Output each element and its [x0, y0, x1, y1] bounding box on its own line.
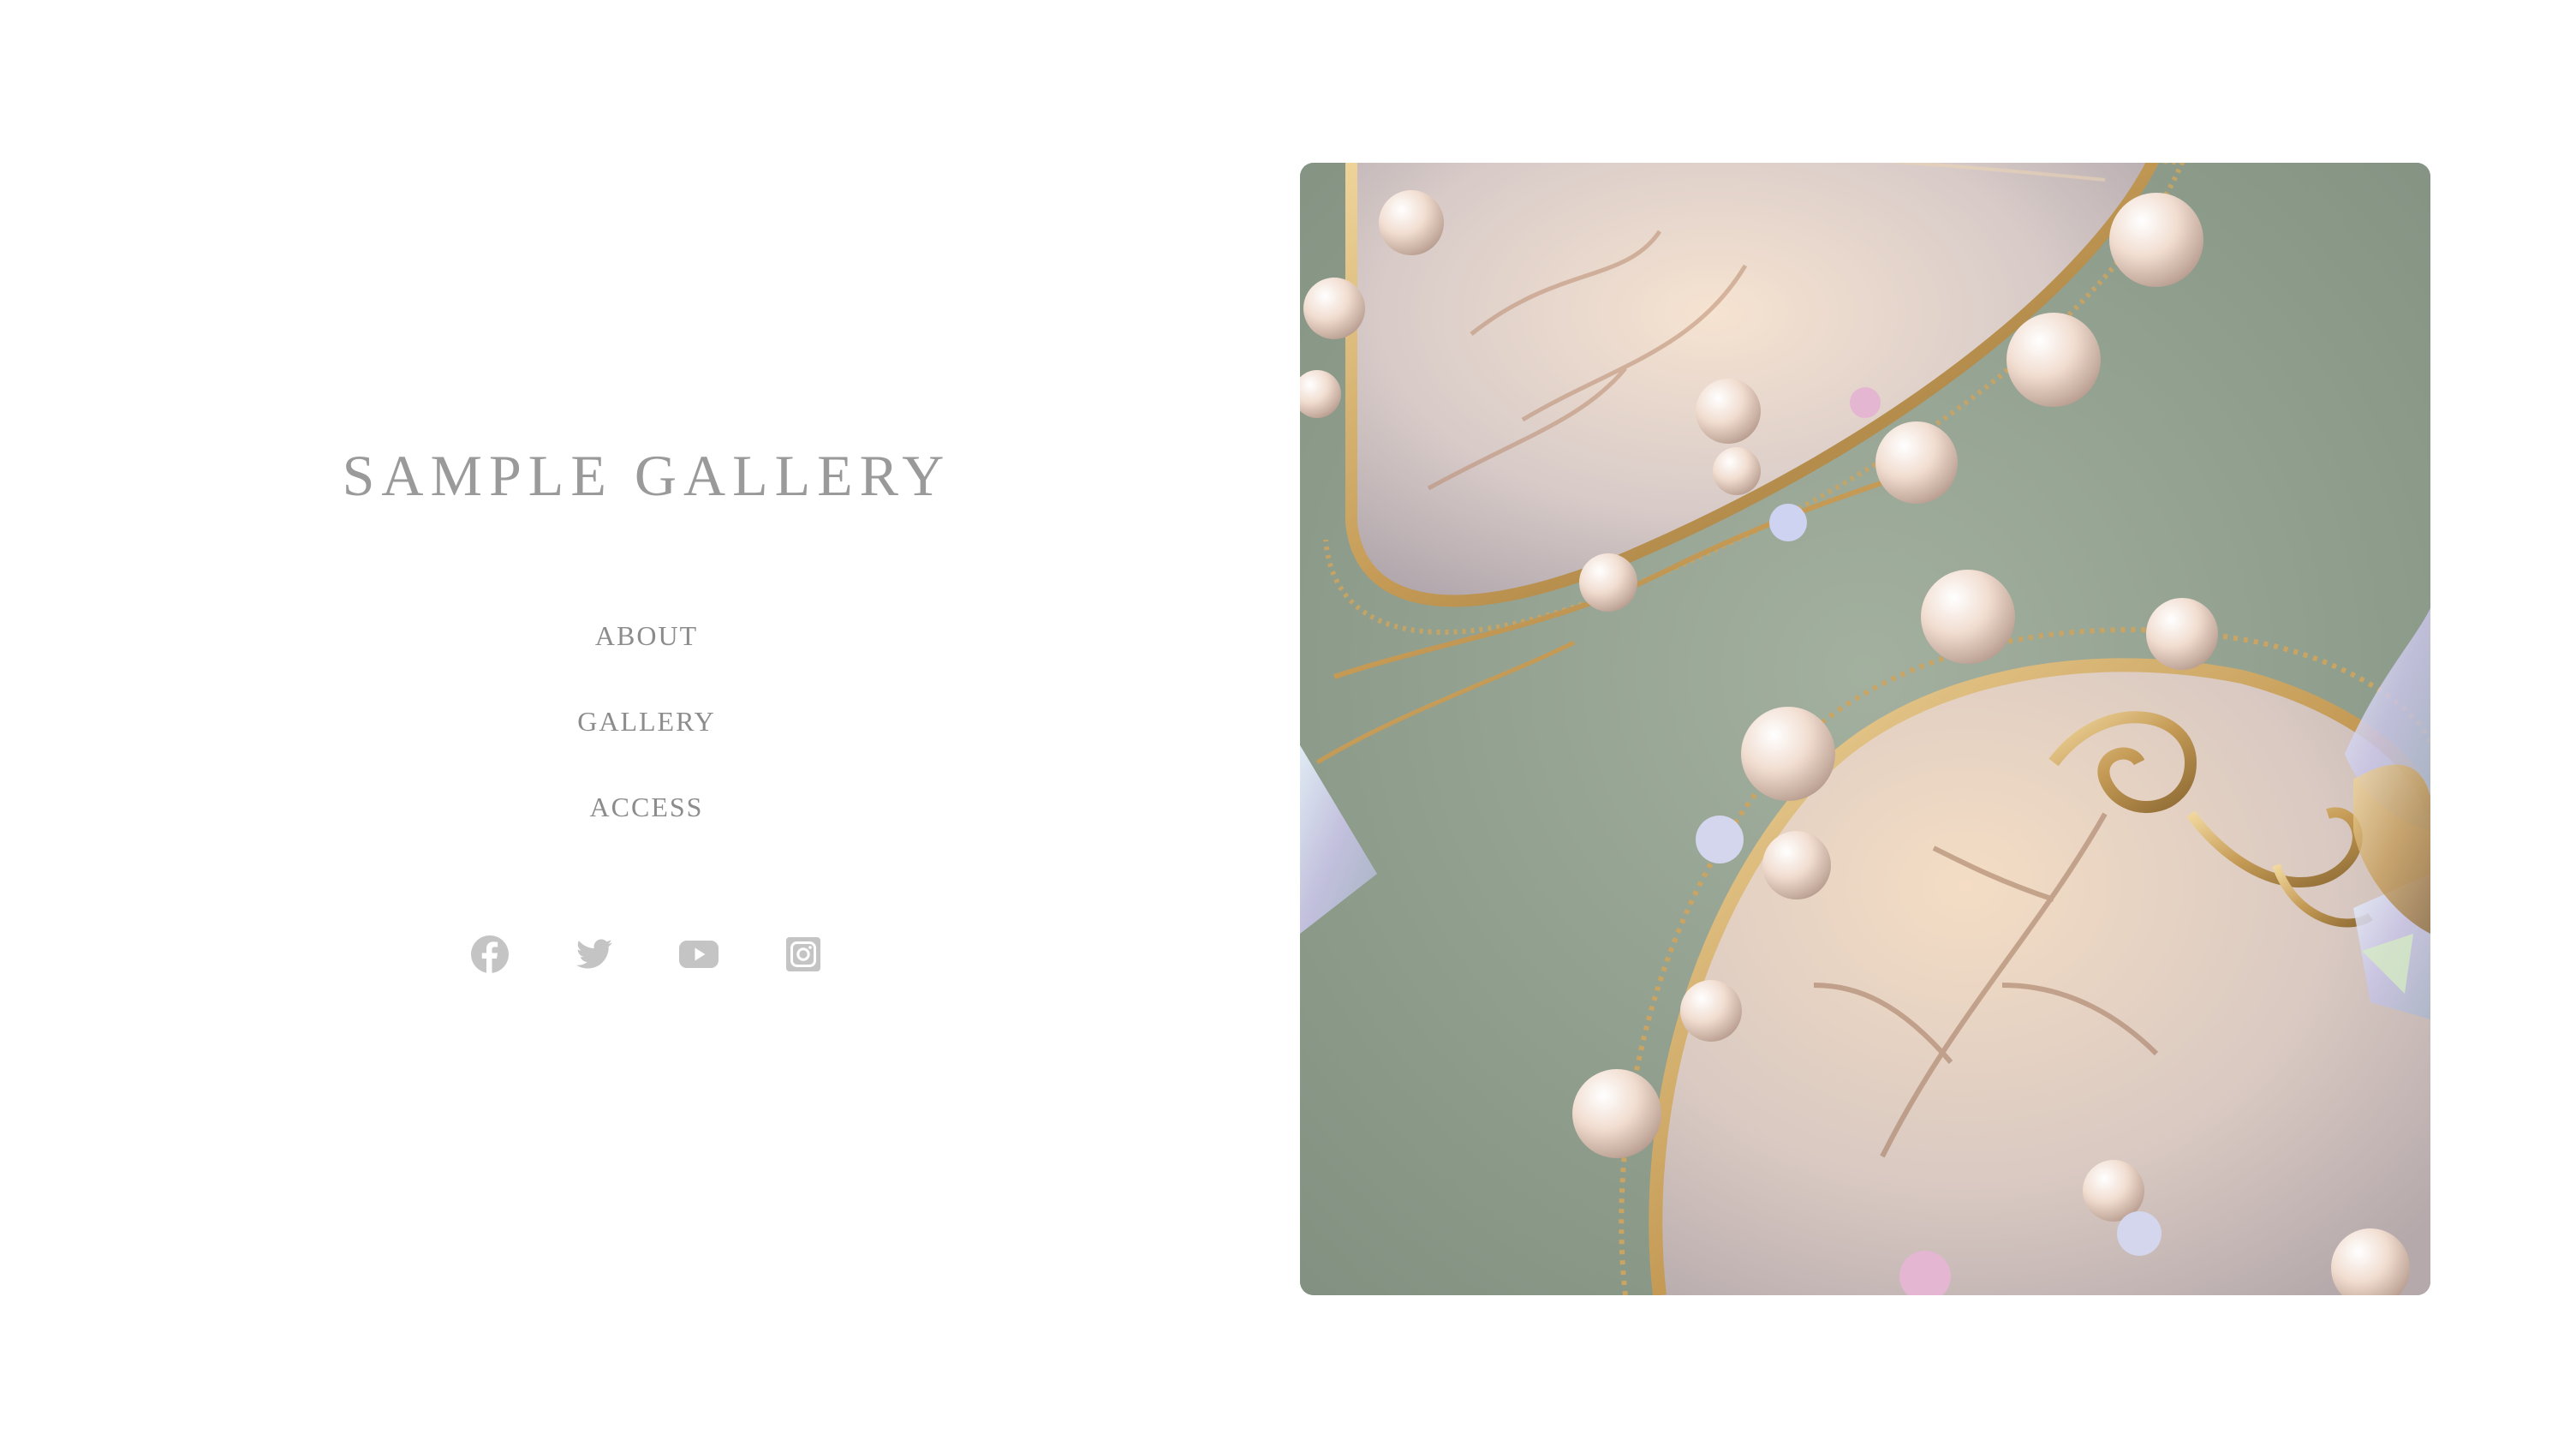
nav-link-gallery[interactable]: GALLERY [577, 696, 716, 747]
hero-image [1300, 163, 2430, 1295]
nav-link-about[interactable]: ABOUT [595, 610, 698, 661]
jewelry-photo [1300, 163, 2430, 1295]
instagram-link[interactable] [781, 932, 826, 977]
facebook-icon [471, 935, 509, 973]
sidebar: SAMPLE GALLERY ABOUT GALLERY ACCESS [0, 0, 1293, 1446]
nav-link-access[interactable]: ACCESS [590, 781, 704, 833]
youtube-link[interactable] [677, 932, 721, 977]
nav-item-gallery: GALLERY [0, 696, 1293, 781]
social-links [0, 932, 1293, 977]
nav-item-about: ABOUT [0, 610, 1293, 696]
main-nav: ABOUT GALLERY ACCESS [0, 610, 1293, 867]
instagram-icon [786, 937, 820, 971]
twitter-link[interactable] [572, 932, 617, 977]
nav-item-access: ACCESS [0, 781, 1293, 867]
twitter-icon [576, 939, 612, 969]
facebook-link[interactable] [468, 932, 512, 977]
youtube-icon [679, 941, 719, 968]
site-title[interactable]: SAMPLE GALLERY [0, 437, 1293, 514]
